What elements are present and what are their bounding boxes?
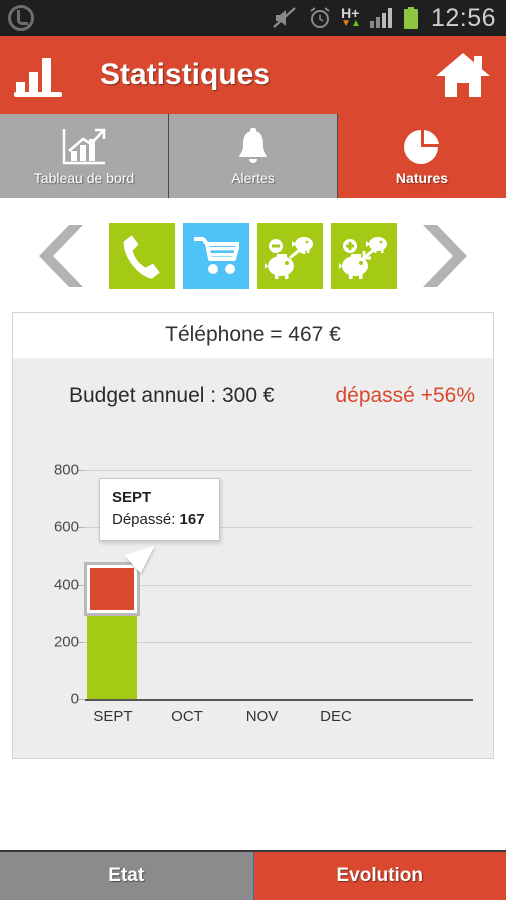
annual-budget-label: Budget annuel : 300 € bbox=[69, 384, 275, 407]
alarm-icon bbox=[310, 7, 330, 28]
category-depense[interactable] bbox=[257, 223, 323, 289]
category-revenu[interactable] bbox=[331, 223, 397, 289]
battery-icon bbox=[403, 7, 418, 29]
bottom-tab-label: Etat bbox=[108, 865, 145, 886]
signal-icon bbox=[369, 8, 392, 28]
x-axis-label: DEC bbox=[320, 708, 352, 725]
y-axis-label: 0 bbox=[70, 690, 79, 708]
network-type-label: H+ bbox=[341, 5, 360, 21]
y-axis-label: 600 bbox=[53, 518, 79, 536]
tab-alertes[interactable]: Alertes bbox=[169, 114, 338, 198]
chart-tooltip: SEPT Dépassé: 167 bbox=[99, 478, 220, 541]
y-axis-label: 800 bbox=[53, 461, 79, 479]
gridline bbox=[85, 642, 473, 643]
tab-natures[interactable]: Natures bbox=[338, 114, 506, 198]
app-logo-icon bbox=[8, 5, 34, 31]
category-carousel bbox=[0, 198, 506, 306]
category-telephone[interactable] bbox=[109, 223, 175, 289]
tooltip-metric-value: 167 bbox=[179, 510, 205, 528]
phone-icon bbox=[123, 235, 160, 279]
chevron-left-icon[interactable] bbox=[39, 223, 101, 289]
shopping-cart-icon bbox=[194, 237, 239, 274]
y-axis-label: 400 bbox=[53, 576, 79, 594]
x-axis-label: OCT bbox=[171, 708, 203, 725]
y-axis-label: 200 bbox=[53, 633, 79, 651]
bottom-tab-label: Evolution bbox=[336, 865, 424, 886]
bottom-tab-etat[interactable]: Etat bbox=[0, 852, 254, 900]
tab-label: Natures bbox=[395, 170, 449, 186]
bar-chart-plot: 800 600 400 200 0 SEPT Dépassé: 167 SEPT… bbox=[21, 440, 479, 740]
gridline bbox=[85, 470, 473, 471]
overrun-badge: dépassé +56% bbox=[335, 384, 475, 407]
hplus-data-icon: H+ ▼▲ bbox=[341, 5, 361, 29]
statistics-panel: Téléphone = 467 € Budget annuel : 300 € … bbox=[12, 312, 494, 759]
x-axis-label: SEPT bbox=[93, 708, 133, 725]
tab-tableau-de-bord[interactable]: Tableau de bord bbox=[0, 114, 169, 198]
status-bar: H+ ▼▲ 12:56 bbox=[0, 0, 506, 36]
category-total-label: Téléphone = 467 € bbox=[13, 313, 493, 358]
bar-segment-budget[interactable] bbox=[87, 613, 137, 699]
piggy-bank-minus-icon bbox=[265, 237, 313, 279]
status-bar-icons: H+ ▼▲ 12:56 bbox=[273, 4, 496, 33]
pie-chart-icon bbox=[402, 126, 442, 168]
tab-label: Alertes bbox=[231, 170, 275, 186]
app-screen: H+ ▼▲ 12:56 Statistiques Tableau de bord… bbox=[0, 0, 506, 900]
tab-label: Tableau de bord bbox=[33, 170, 135, 186]
chevron-right-icon[interactable] bbox=[405, 223, 467, 289]
tooltip-metric-label: Dépassé: bbox=[112, 510, 176, 528]
mute-icon bbox=[273, 7, 296, 28]
piggy-bank-plus-icon bbox=[339, 237, 387, 279]
bar-chart-icon bbox=[14, 58, 62, 97]
budget-row: Budget annuel : 300 € dépassé +56% bbox=[13, 370, 493, 414]
section-tabs: Tableau de bord Alertes Natures bbox=[0, 114, 506, 198]
category-courses[interactable] bbox=[183, 223, 249, 289]
page-title: Statistiques bbox=[100, 58, 271, 91]
home-icon[interactable] bbox=[434, 49, 492, 101]
x-axis-label: NOV bbox=[245, 708, 279, 725]
x-axis bbox=[85, 699, 473, 701]
bottom-tab-bar: Etat Evolution bbox=[0, 850, 506, 900]
app-header: Statistiques bbox=[0, 36, 506, 114]
growth-chart-icon bbox=[61, 126, 107, 168]
gridline bbox=[85, 585, 473, 586]
clock-label: 12:56 bbox=[430, 3, 496, 32]
tooltip-pointer bbox=[124, 545, 162, 577]
tooltip-month: SEPT bbox=[112, 489, 152, 506]
chart-container: Budget annuel : 300 € dépassé +56% 800 6… bbox=[13, 358, 493, 758]
bell-icon bbox=[236, 126, 270, 168]
bottom-tab-evolution[interactable]: Evolution bbox=[253, 852, 506, 900]
